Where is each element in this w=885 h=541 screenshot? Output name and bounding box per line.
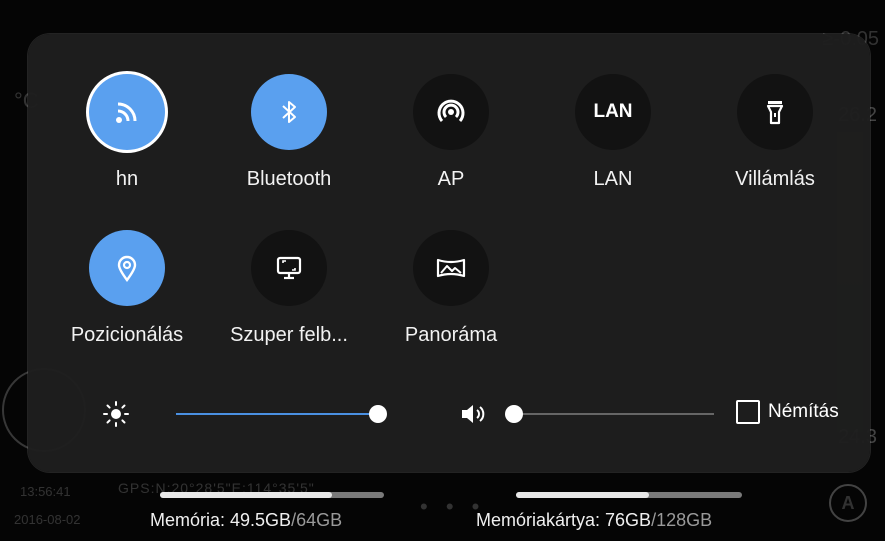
tile-panorama[interactable]: Panoráma (376, 230, 526, 347)
tile-label: Pozicionálás (70, 324, 184, 346)
quick-settings-panel: hn Bluetooth AP LAN LAN Villámlás Pozici… (28, 34, 870, 472)
location-toggle[interactable] (89, 230, 165, 306)
panorama-toggle[interactable] (413, 230, 489, 306)
screen: °C ≥-0.05 26.2 24.3 13:56:41 2016-08-02 … (0, 0, 885, 541)
brightness-thumb[interactable] (369, 405, 387, 423)
speaker-icon (462, 405, 485, 423)
tile-label: Panoráma (404, 324, 498, 346)
tile-lan[interactable]: LAN LAN (538, 74, 688, 191)
card-text: Memóriakártya: 76GB/128GB (476, 510, 712, 531)
location-icon (117, 255, 137, 283)
flashlight-icon (766, 101, 784, 125)
tile-label: hn (115, 168, 139, 190)
mute-toggle[interactable]: Némítás (736, 400, 839, 424)
tile-label: Szuper felb... (230, 324, 348, 346)
wifi-icon (116, 102, 137, 123)
bg-date: 2016-08-02 (14, 512, 81, 527)
mute-label: Némítás (768, 401, 839, 422)
super-resolution-toggle[interactable] (251, 230, 327, 306)
tile-label: AP (437, 168, 465, 190)
tile-bluetooth[interactable]: Bluetooth (214, 74, 364, 191)
bg-time: 13:56:41 (20, 484, 71, 499)
tile-ap[interactable]: AP (376, 74, 526, 191)
mute-checkbox[interactable] (736, 400, 760, 424)
bluetooth-icon (282, 101, 296, 123)
memory-used: Memória: 49.5GB (150, 510, 292, 530)
bluetooth-toggle[interactable] (251, 74, 327, 150)
hotspot-toggle[interactable] (413, 74, 489, 150)
brightness-fill (176, 413, 378, 415)
tile-flashlight[interactable]: Villámlás (700, 74, 850, 191)
tile-label: LAN (593, 168, 633, 190)
tile-label: Bluetooth (246, 168, 332, 190)
card-used: Memóriakártya: 76GB (476, 510, 652, 530)
flashlight-toggle[interactable] (737, 74, 813, 150)
card-bar (516, 492, 742, 498)
hotspot-icon (437, 99, 465, 122)
memory-total: /64GB (291, 510, 343, 530)
volume-thumb[interactable] (505, 405, 523, 423)
panorama-icon (436, 258, 466, 278)
super-resolution-icon (276, 256, 302, 280)
memory-storage: Memória: 49.5GB/64GB (150, 492, 395, 532)
tile-wifi[interactable]: hn (52, 74, 202, 191)
bg-auto-icon: A (829, 484, 867, 522)
lan-toggle[interactable]: LAN (575, 74, 651, 150)
memory-text: Memória: 49.5GB/64GB (150, 510, 342, 531)
card-storage: Memóriakártya: 76GB/128GB (476, 492, 786, 532)
memory-bar (160, 492, 384, 498)
volume-track[interactable] (514, 413, 714, 415)
sun-icon (103, 401, 129, 427)
memory-bar-fill (160, 492, 333, 498)
tile-super-resolution[interactable]: Szuper felb... (214, 230, 364, 347)
wifi-toggle[interactable] (89, 74, 165, 150)
lan-icon: LAN (593, 101, 633, 122)
card-total: /128GB (651, 510, 713, 530)
card-bar-fill (516, 492, 650, 498)
slider-row: Némítás (28, 394, 870, 434)
tile-location[interactable]: Pozicionálás (52, 230, 202, 347)
tile-label: Villámlás (735, 168, 815, 190)
